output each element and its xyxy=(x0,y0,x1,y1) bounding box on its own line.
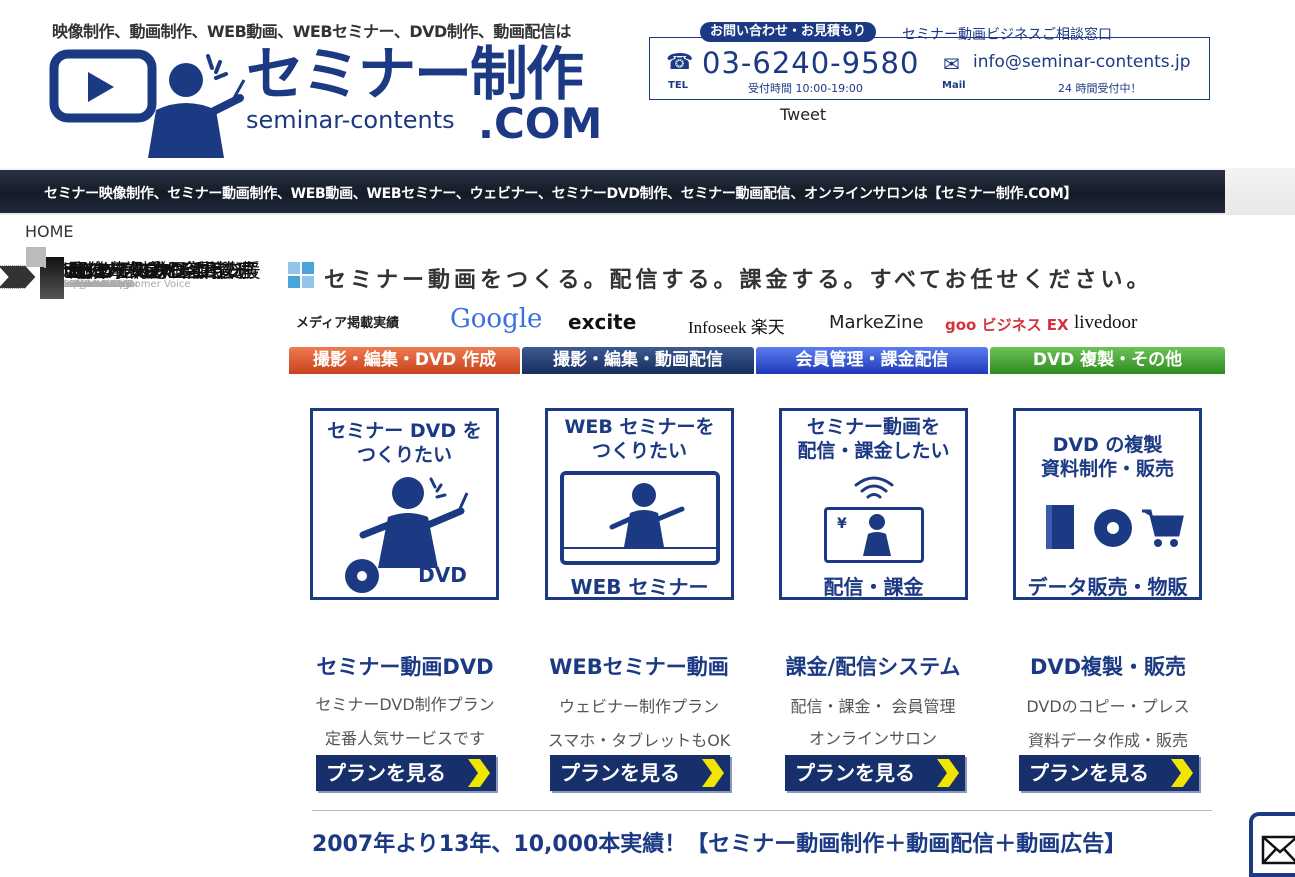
chevron-right-icon xyxy=(937,759,959,787)
player-bar xyxy=(564,547,716,561)
window-squares-icon xyxy=(288,262,314,288)
disc-icon xyxy=(1094,509,1132,547)
media-label: メディア掲載実績 xyxy=(296,316,400,331)
summary-heading: 2007年より13年、10,000本実績！【セミナー動画制作＋動画配信＋動画広告… xyxy=(312,832,1127,857)
service-desc: 配信・課金・ 会員管理 xyxy=(790,697,956,716)
section-divider xyxy=(312,810,1212,811)
view-plan-button-web[interactable]: プランを見る xyxy=(550,755,730,791)
teacher-icon xyxy=(49,49,246,158)
goo-logo: goo ビジネス EX xyxy=(945,316,1069,334)
header-tagline: 映像制作、動画制作、WEB動画、WEBセミナー、DVD制作、動画配信は xyxy=(52,22,571,41)
service-title: セミナー動画DVD xyxy=(316,655,494,679)
google-logo: Google xyxy=(450,304,543,334)
breadcrumb-home[interactable]: HOME xyxy=(25,222,74,241)
infoseek-logo: Infoseek 楽天 xyxy=(688,318,785,337)
service-desc: スマホ・タブレットもOK xyxy=(547,731,731,750)
business-hours: 受付時間 10:00-19:00 xyxy=(748,82,863,95)
service-title: 課金/配信システム xyxy=(785,655,961,679)
service-desc: セミナーDVD制作プラン xyxy=(315,695,495,714)
sidebar-item-consulting[interactable]: セミナー動画活用支援 consulting xyxy=(17,247,261,299)
email-link[interactable]: info@seminar-contents.jp xyxy=(973,52,1191,72)
mail-icon xyxy=(1261,835,1295,865)
logo-com: .COM xyxy=(478,99,603,148)
service-desc: 資料データ作成・販売 xyxy=(1027,731,1188,750)
tab-membership-billing[interactable]: 会員管理・課金配信 xyxy=(756,347,988,374)
service-card-footer: DVD xyxy=(418,563,467,587)
view-plan-button-dvd-copy[interactable]: プランを見る xyxy=(1019,755,1199,791)
service-card-dvd-copy[interactable]: DVD の複製 資料制作・販売 データ販売・物販 xyxy=(1013,408,1202,600)
button-label: プランを見る xyxy=(1029,761,1149,785)
sidebar-item-sublabel: consulting xyxy=(77,279,129,290)
contact-box: ☎ 03-6240-9580 TEL 受付時間 10:00-19:00 ✉ in… xyxy=(649,37,1210,100)
mail-icon: ✉ xyxy=(943,52,960,76)
service-title: WEBセミナー動画 xyxy=(549,655,729,679)
tab-dvd-copy[interactable]: DVD 複製・その他 xyxy=(990,347,1225,374)
service-desc: ウェビナー制作プラン xyxy=(558,697,719,716)
service-card-web-seminar[interactable]: WEB セミナーを つくりたい WEB セミナー xyxy=(545,408,734,600)
teacher-icon xyxy=(359,477,469,568)
tab-shoot-dvd[interactable]: 撮影・編集・DVD 作成 xyxy=(289,347,520,374)
nav-band: セミナー映像制作、セミナー動画制作、WEB動画、WEBセミナー、ウェビナー、セミ… xyxy=(0,168,1295,215)
hero-headline: セミナー動画をつくる。配信する。課金する。すべてお任せください。 xyxy=(324,268,1153,293)
svg-text:¥: ¥ xyxy=(837,516,847,532)
view-plan-button-billing[interactable]: プランを見る xyxy=(785,755,965,791)
service-card-footer: データ販売・物販 xyxy=(1027,575,1188,599)
service-title: DVD複製・販売 xyxy=(1029,655,1187,679)
floating-contact-button[interactable] xyxy=(1249,812,1295,877)
double-chevron-right-icon xyxy=(17,265,36,289)
logo-english: seminar-contents xyxy=(246,106,455,134)
wifi-icon xyxy=(854,476,894,499)
service-card-footer: 配信・課金 xyxy=(823,575,924,599)
screen-frame: ¥ xyxy=(824,507,924,563)
service-desc: DVDのコピー・プレス xyxy=(1026,697,1190,716)
book-icon xyxy=(1046,505,1074,549)
excite-logo: excite xyxy=(568,310,637,334)
mail-label: Mail xyxy=(942,80,966,91)
livedoor-logo: livedoor xyxy=(1074,312,1138,333)
button-label: プランを見る xyxy=(326,761,446,785)
service-card-title: DVD の複製 資料制作・販売 xyxy=(1040,434,1174,480)
logo-japanese: セミナー制作 xyxy=(246,40,584,108)
sidebar-menu: はじめての方へ First Contact セミナースタジオ seminar s… xyxy=(0,247,274,299)
button-label: プランを見る xyxy=(795,761,915,785)
chevron-right-icon xyxy=(468,759,490,787)
shopping-cart-icon xyxy=(1142,509,1184,547)
service-card-billing[interactable]: セミナー動画を 配信・課金したい ¥ 配信・課金 xyxy=(779,408,968,600)
teacher-icon: ¥ xyxy=(837,514,891,556)
service-card-title: セミナー DVD を つくりたい xyxy=(327,420,482,466)
chevron-right-icon xyxy=(1171,759,1193,787)
tab-shoot-streaming[interactable]: 撮影・編集・動画配信 xyxy=(522,347,754,374)
tweet-link[interactable]: Tweet xyxy=(780,105,826,124)
site-description: セミナー映像制作、セミナー動画制作、WEB動画、WEBセミナー、ウェビナー、セミ… xyxy=(44,186,1078,202)
sidebar-marker xyxy=(58,257,64,299)
phone-icon: ☎ xyxy=(666,50,694,75)
site-header: 映像制作、動画制作、WEB動画、WEBセミナー、DVD制作、動画配信は セミナー… xyxy=(0,0,1295,168)
screen-frame xyxy=(560,471,720,565)
service-card-dvd[interactable]: セミナー DVD を つくりたい DVD xyxy=(310,408,499,600)
service-card-footer: WEB セミナー xyxy=(570,575,709,599)
button-label: プランを見る xyxy=(560,761,680,785)
nav-band-inner: セミナー映像制作、セミナー動画制作、WEB動画、WEBセミナー、ウェビナー、セミ… xyxy=(0,170,1225,213)
phone-number-link[interactable]: 03-6240-9580 xyxy=(702,46,919,80)
service-card-title: WEB セミナーを つくりたい xyxy=(564,416,715,462)
markezine-logo: MarkeZine xyxy=(829,312,924,333)
tel-label: TEL xyxy=(668,80,689,91)
teacher-icon xyxy=(609,483,685,547)
service-desc: 定番人気サービスです xyxy=(324,729,485,748)
service-desc: オンラインサロン xyxy=(808,729,937,748)
hours-24: 24 時間受付中！ xyxy=(1058,82,1142,95)
service-card-title: セミナー動画を 配信・課金したい xyxy=(797,416,950,462)
view-plan-button-dvd[interactable]: プランを見る xyxy=(316,755,496,791)
chevron-right-icon xyxy=(702,759,724,787)
